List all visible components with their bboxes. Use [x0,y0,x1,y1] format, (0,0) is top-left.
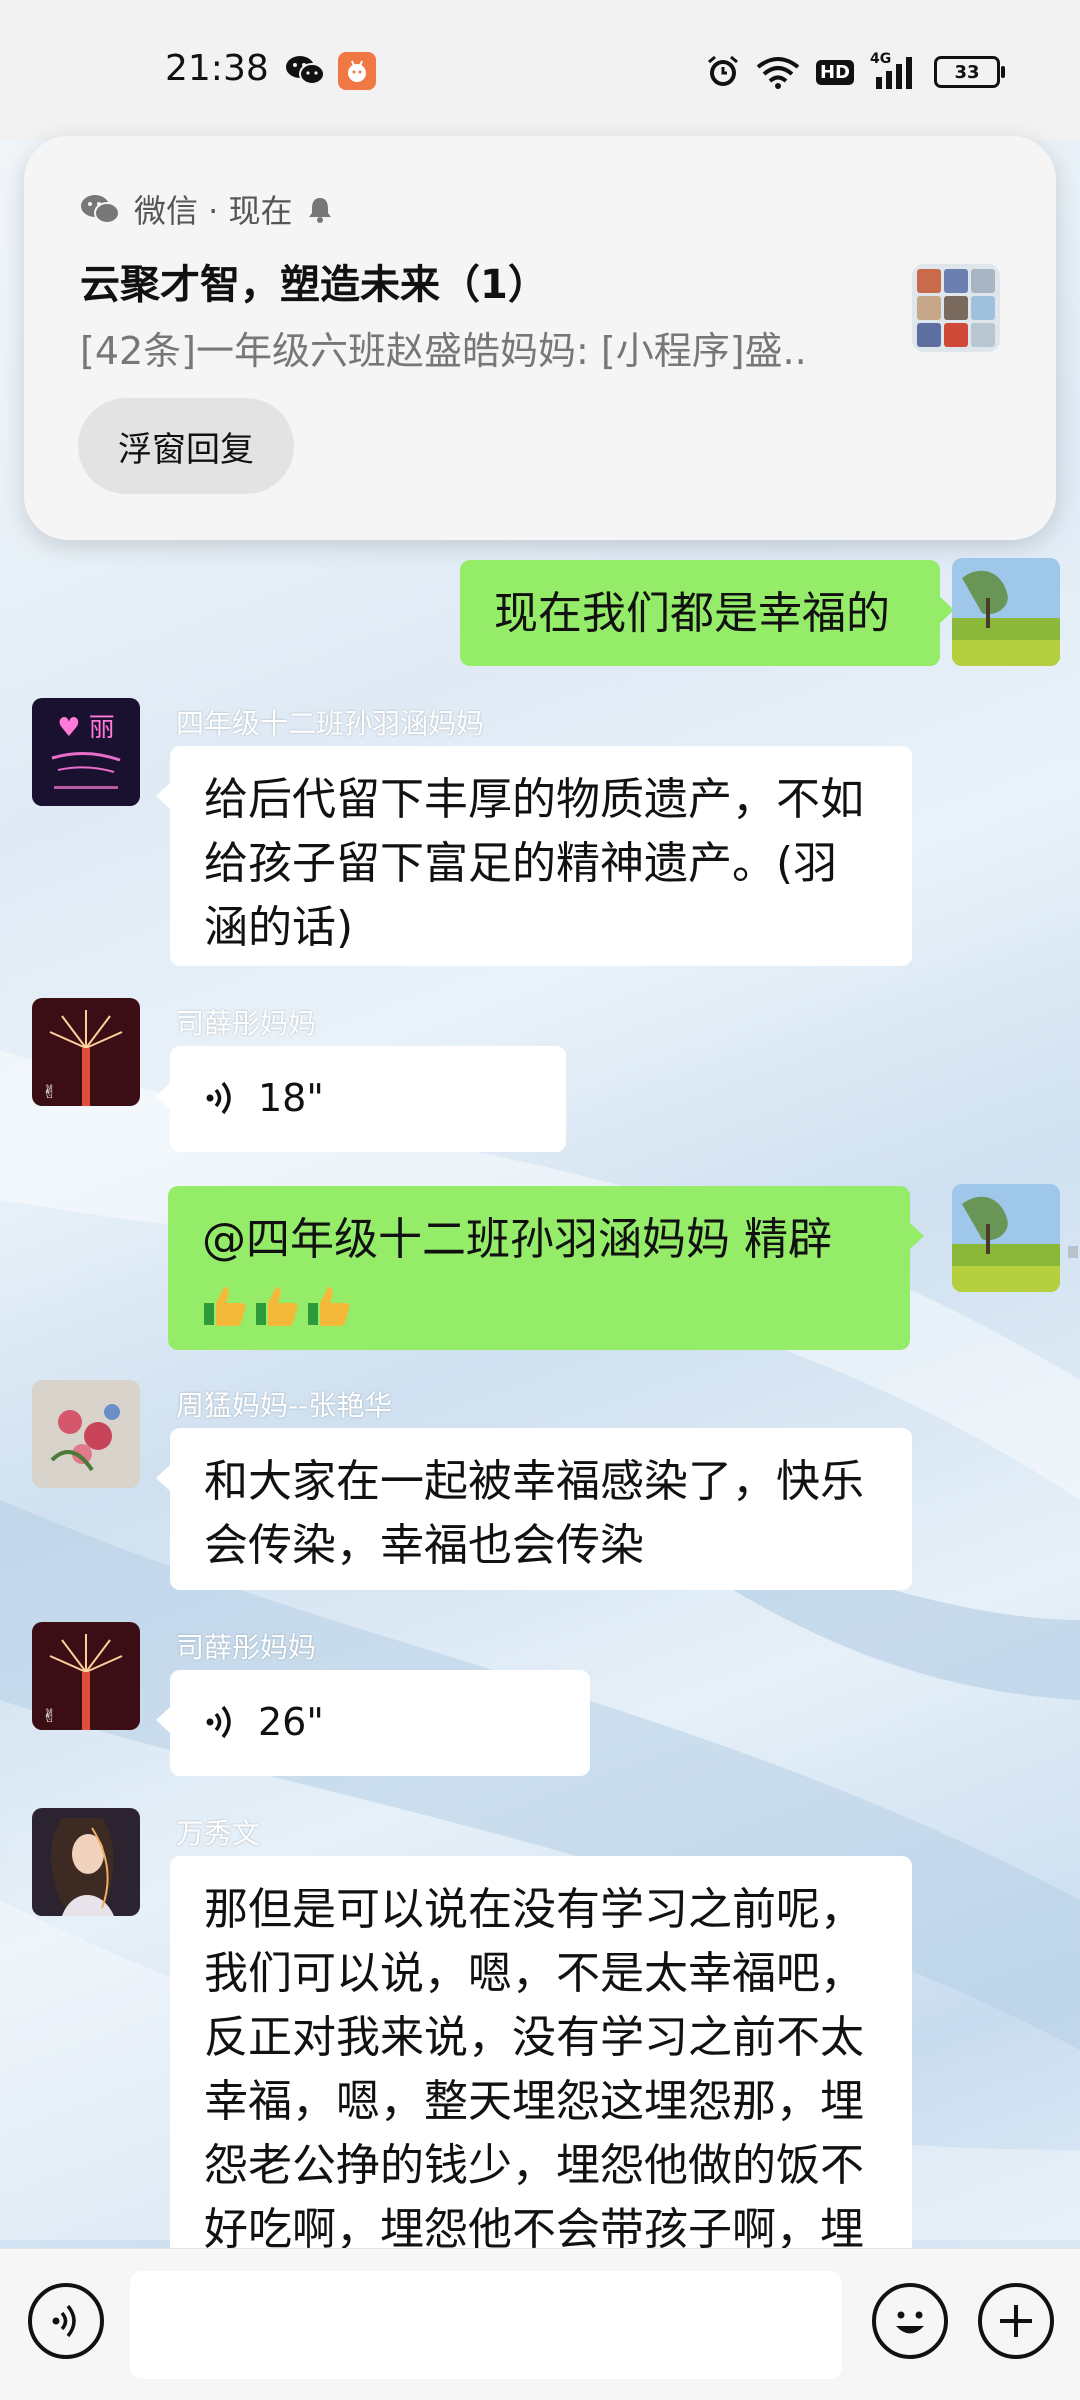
notification-card[interactable]: 微信 · 现在 云聚才智，塑造未来（1） [42条]一年级六班赵盛皓妈妈: [小… [24,136,1056,540]
notification-app-name: 微信 · 现在 [134,192,293,230]
message-text: 现在我们都是幸福的 [494,588,890,639]
thumbs-up-emoji [308,1287,350,1326]
scroll-indicator [1068,1246,1078,1258]
notification-title: 云聚才智，塑造未来（1） [80,262,548,308]
my-avatar[interactable] [952,558,1060,666]
chat-input-bar [0,2248,1080,2400]
clock: 21:38 [165,48,269,89]
message-bubble-incoming[interactable]: 和大家在一起被幸福感染了，快乐会传染，幸福也会传染 [156,1428,912,1590]
group-avatar [912,264,1000,352]
emoji-icon [896,2311,924,2334]
sender-avatar[interactable] [32,1808,140,1916]
sender-avatar[interactable]: ✌ [32,1622,140,1730]
voice-wave-icon [206,1705,231,1739]
message-bubble-outgoing[interactable]: @四年级十二班孙羽涵妈妈 精辟 [168,1186,924,1350]
notification-text: [42条]一年级六班赵盛皓妈妈: [小程序]盛.. [80,329,807,373]
status-bar: 21:38 HD 4G 33 [0,0,1080,140]
float-reply-button[interactable]: 浮窗回复 [78,398,294,494]
voice-duration: 26" [258,1700,324,1744]
emoji-button[interactable] [872,2283,948,2359]
voice-icon [52,2304,76,2338]
sender-name: 司薛彤妈妈 [176,1631,317,1664]
thumbs-up-emoji [204,1287,246,1326]
sender-avatar[interactable] [32,1380,140,1488]
svg-text:♥ 丽: ♥ 丽 [57,713,115,743]
sender-name: 司薛彤妈妈 [176,1007,317,1040]
more-button[interactable] [978,2283,1054,2359]
plus-icon [1000,2305,1032,2337]
wechat-notification-icon [286,56,325,85]
battery-level: 33 [954,61,980,83]
voice-duration: 18" [258,1076,324,1120]
wifi-icon [756,57,800,89]
hd-indicator: HD [815,59,854,85]
message-text: @四年级十二班孙羽涵妈妈 精辟 [202,1214,832,1265]
app-notification-icon [338,52,376,90]
svg-text:✌: ✌ [42,1082,57,1103]
sender-name: 四年级十二班孙羽涵妈妈 [176,707,485,740]
voice-input-button[interactable] [28,2283,104,2359]
thumbs-up-emoji [256,1287,298,1326]
message-text: 那但是可以说在没有学习之前呢，我们可以说，嗯，不是太幸福吧，反正对我来说，没有学… [204,1884,864,2276]
wechat-icon [81,195,120,224]
voice-wave-icon [206,1081,231,1115]
alarm-icon [708,55,738,86]
battery-icon: 33 [934,56,1005,88]
message-text: 和大家在一起被幸福感染了，快乐会传染，幸福也会传染 [204,1456,864,1571]
signal-icon: 4G [870,51,918,89]
voice-message-bubble[interactable]: 18" [156,1046,566,1152]
sender-avatar[interactable]: ♥ 丽 [32,698,140,806]
sender-name: 万秀文 [176,1817,261,1850]
message-bubble-incoming[interactable]: 那但是可以说在没有学习之前呢，我们可以说，嗯，不是太幸福吧，反正对我来说，没有学… [170,1856,912,2276]
my-avatar[interactable] [952,1184,1060,1292]
message-input[interactable] [130,2271,842,2379]
message-bubble-outgoing[interactable]: 现在我们都是幸福的 [460,560,954,666]
sender-avatar[interactable]: ✌ [32,998,140,1106]
sender-name: 周猛妈妈--张艳华 [176,1389,393,1422]
message-text: 给后代留下丰厚的物质遗产，不如给孩子留下富足的精神遗产。(羽涵的话) [204,774,864,953]
bell-icon [308,198,331,223]
voice-message-bubble[interactable]: 26" [156,1670,590,1776]
message-bubble-incoming[interactable]: 给后代留下丰厚的物质遗产，不如给孩子留下富足的精神遗产。(羽涵的话) [156,746,912,966]
svg-text:✌: ✌ [42,1706,57,1727]
